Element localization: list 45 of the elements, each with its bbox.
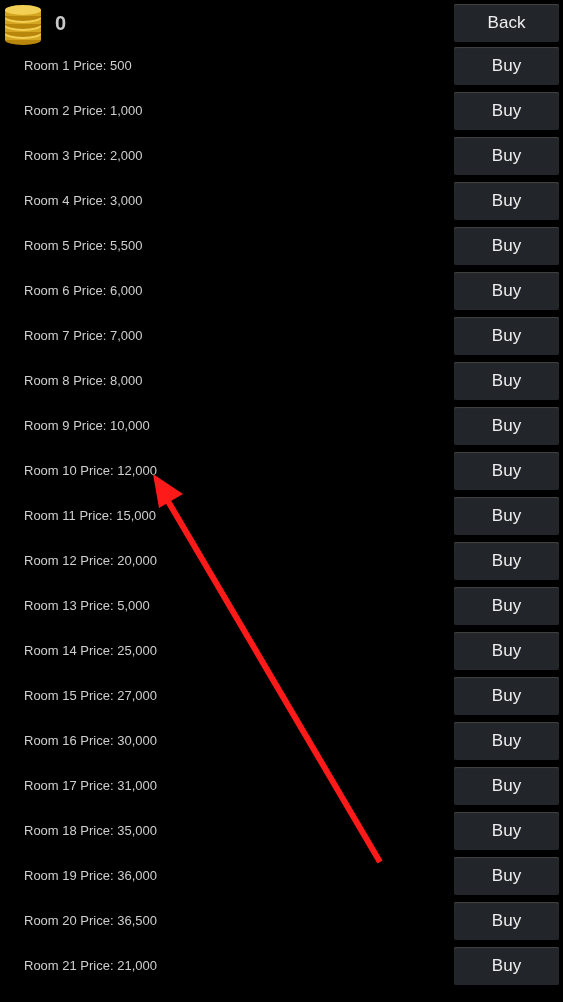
buy-button[interactable]: Buy [454, 137, 559, 175]
buy-button[interactable]: Buy [454, 767, 559, 805]
buy-button[interactable]: Buy [454, 677, 559, 715]
back-button[interactable]: Back [454, 4, 559, 42]
buy-button[interactable]: Buy [454, 407, 559, 445]
room-price-label: Room 12 Price: 20,000 [23, 552, 158, 570]
room-price-label: Room 1 Price: 500 [23, 57, 133, 75]
room-price-label: Room 8 Price: 8,000 [23, 372, 144, 390]
room-price-label: Room 17 Price: 31,000 [23, 777, 158, 795]
room-price-label: Room 2 Price: 1,000 [23, 102, 144, 120]
buy-button[interactable]: Buy [454, 632, 559, 670]
room-price-label: Room 4 Price: 3,000 [23, 192, 144, 210]
room-price-label: Room 20 Price: 36,500 [23, 912, 158, 930]
buy-button[interactable]: Buy [454, 587, 559, 625]
buy-button[interactable]: Buy [454, 812, 559, 850]
buy-button[interactable]: Buy [454, 947, 559, 985]
buy-button[interactable]: Buy [454, 902, 559, 940]
room-price-label: Room 6 Price: 6,000 [23, 282, 144, 300]
room-price-label: Room 21 Price: 21,000 [23, 957, 158, 975]
room-price-label: Room 15 Price: 27,000 [23, 687, 158, 705]
buy-button[interactable]: Buy [454, 227, 559, 265]
buy-button[interactable]: Buy [454, 722, 559, 760]
buy-button[interactable]: Buy [454, 497, 559, 535]
buy-button[interactable]: Buy [454, 452, 559, 490]
buy-button[interactable]: Buy [454, 362, 559, 400]
buy-button[interactable]: Buy [454, 47, 559, 85]
room-price-label: Room 16 Price: 30,000 [23, 732, 158, 750]
buy-button[interactable]: Buy [454, 182, 559, 220]
room-price-label: Room 5 Price: 5,500 [23, 237, 144, 255]
room-price-label: Room 11 Price: 15,000 [23, 507, 157, 525]
buy-button[interactable]: Buy [454, 92, 559, 130]
room-price-label: Room 19 Price: 36,000 [23, 867, 158, 885]
room-price-label: Room 18 Price: 35,000 [23, 822, 158, 840]
room-price-label: Room 14 Price: 25,000 [23, 642, 158, 660]
buy-button[interactable]: Buy [454, 857, 559, 895]
room-price-label: Room 3 Price: 2,000 [23, 147, 144, 165]
room-price-label: Room 13 Price: 5,000 [23, 597, 151, 615]
room-price-label: Room 10 Price: 12,000 [23, 462, 158, 480]
buy-button[interactable]: Buy [454, 542, 559, 580]
coin-stack-icon [3, 4, 43, 45]
room-price-label: Room 9 Price: 10,000 [23, 417, 151, 435]
coin-count: 0 [55, 12, 67, 35]
buy-button[interactable]: Buy [454, 317, 559, 355]
buy-button[interactable]: Buy [454, 272, 559, 310]
room-price-label: Room 7 Price: 7,000 [23, 327, 144, 345]
